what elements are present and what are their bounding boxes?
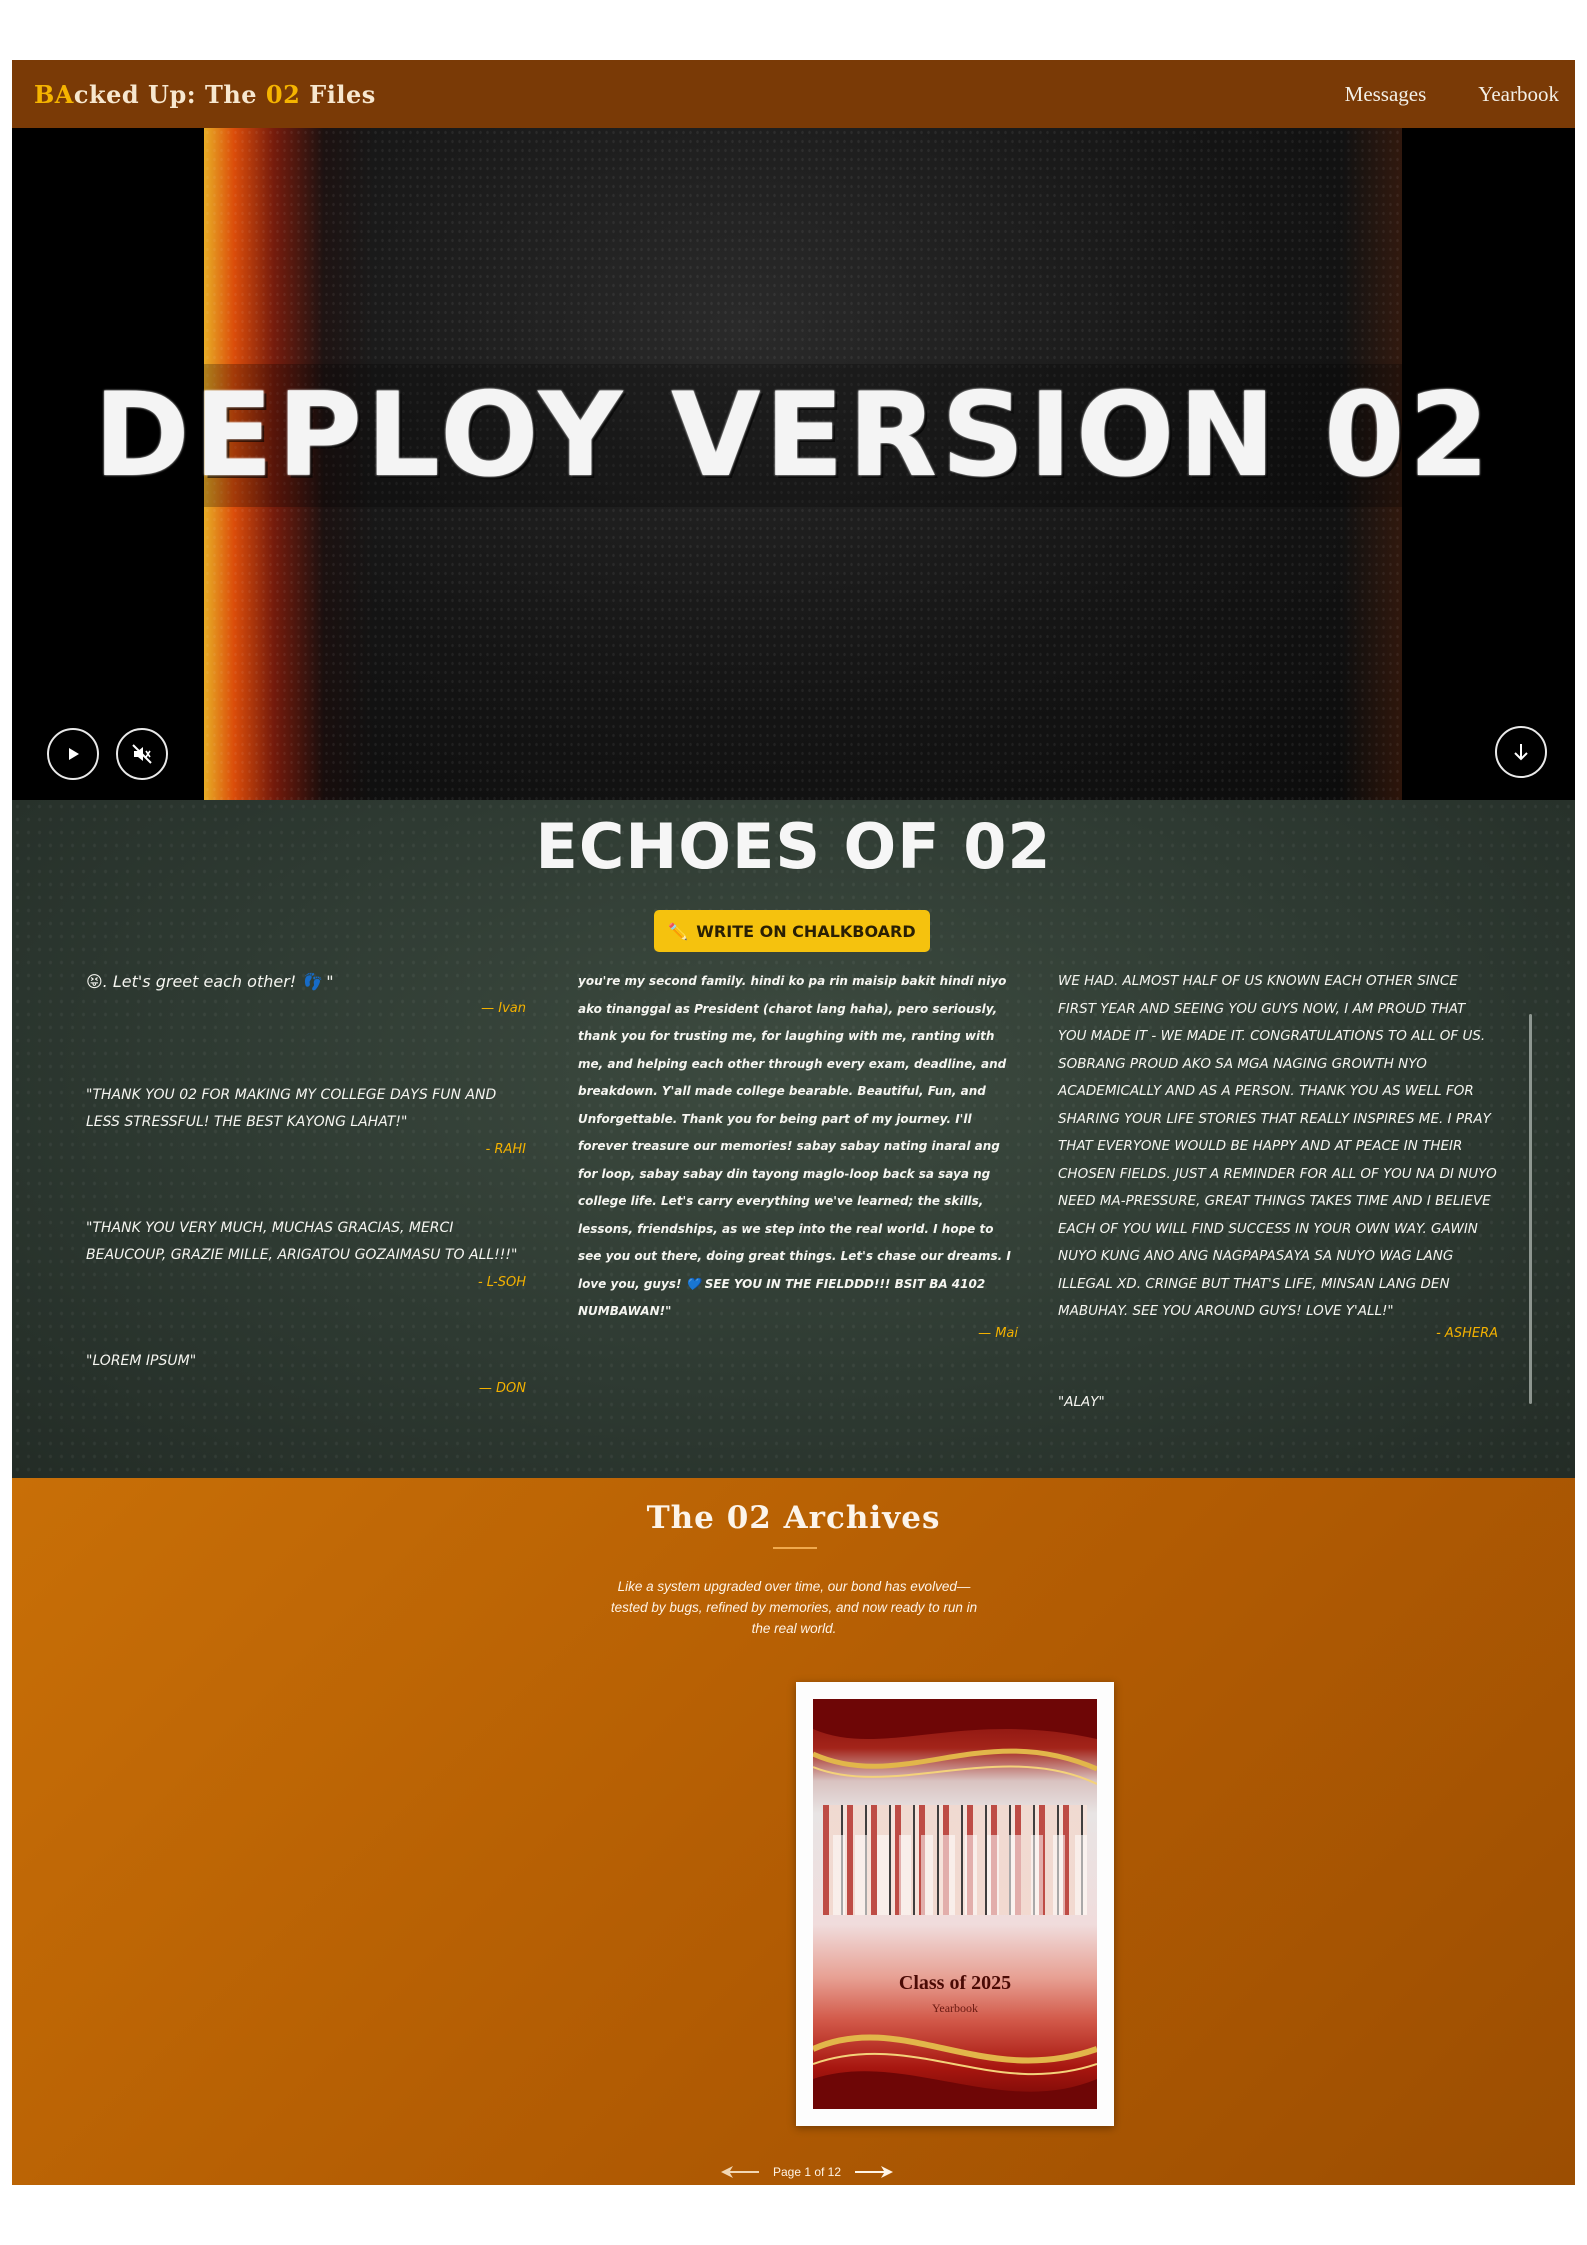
arrow-left-icon[interactable] bbox=[720, 2165, 759, 2179]
chalkboard-title: ECHOES OF 02 bbox=[535, 810, 1052, 883]
message-author: — DON bbox=[478, 1381, 526, 1396]
message-text: "Thank you very much, muchas gracias, me… bbox=[86, 1220, 518, 1263]
message-card: We had. Almost half of us known each oth… bbox=[1058, 968, 1498, 1341]
message-card: "Thank you very much, muchas gracias, me… bbox=[86, 1215, 526, 1290]
message-author: — Mai bbox=[978, 1325, 1018, 1341]
write-on-chalkboard-button[interactable]: ✏️ WRITE ON CHALKBOARD bbox=[654, 910, 930, 952]
gold-swoosh-bottom bbox=[813, 2034, 1097, 2109]
message-text: "Thank you 02 for making my college days… bbox=[86, 1087, 497, 1130]
write-button-label: WRITE ON CHALKBOARD bbox=[696, 921, 916, 941]
page-indicator: Page 1 of 12 bbox=[772, 2165, 842, 2179]
message-card: "Alay" bbox=[1058, 1389, 1498, 1417]
top-navbar: BAcked Up: The 02 Files Messages Yearboo… bbox=[12, 60, 1575, 128]
title-underline bbox=[773, 1547, 817, 1549]
message-author: — Ivan bbox=[481, 1001, 526, 1016]
play-icon bbox=[69, 748, 79, 760]
pencil-icon: ✏️ bbox=[668, 921, 689, 941]
arrow-right-icon[interactable] bbox=[855, 2165, 894, 2179]
archives-section: The 02 Archives Like a system upgraded o… bbox=[12, 1478, 1575, 2185]
archives-title: The 02 Archives bbox=[646, 1500, 941, 1536]
message-author: - L-SOH bbox=[477, 1275, 526, 1290]
messages-column-1: 😝. Let's greet each other! 👣 " — Ivan "T… bbox=[86, 968, 526, 1454]
brand-text: cked Up: The bbox=[73, 79, 266, 109]
arrow-down-icon bbox=[1514, 744, 1528, 761]
archives-description: Like a system upgraded over time, our bo… bbox=[610, 1579, 978, 1636]
hero-title-text: DEPLOY VERSION 02 bbox=[73, 364, 1514, 507]
brand-text-files: Files bbox=[300, 79, 376, 109]
pagination: Page 1 of 12 bbox=[717, 2162, 897, 2182]
site-brand[interactable]: BAcked Up: The 02 Files bbox=[34, 80, 376, 109]
play-button[interactable] bbox=[47, 728, 99, 780]
message-author: - ASHERA bbox=[1436, 1325, 1498, 1341]
hero-video[interactable]: DEPLOY VERSION 02 bbox=[12, 128, 1575, 800]
nav-links: Messages Yearbook bbox=[1345, 82, 1559, 107]
message-card: "Lorem ipsum" — DON bbox=[86, 1348, 526, 1396]
message-card: you're my second family. hindi ko pa rin… bbox=[578, 968, 1018, 1341]
hero-title: DEPLOY VERSION 02 bbox=[12, 364, 1575, 507]
cover-subtitle: Yearbook bbox=[931, 2001, 979, 2015]
nav-yearbook-link[interactable]: Yearbook bbox=[1478, 82, 1559, 107]
messages-column-3[interactable]: We had. Almost half of us known each oth… bbox=[1058, 968, 1498, 1416]
cover-title: Class of 2025 bbox=[898, 1972, 1012, 1994]
messages-column-2: you're my second family. hindi ko pa rin… bbox=[578, 968, 1018, 1341]
nav-messages-link[interactable]: Messages bbox=[1345, 82, 1427, 107]
class-photo-overlay bbox=[823, 1835, 1087, 1915]
scroll-down-button[interactable] bbox=[1495, 726, 1547, 778]
message-text: "Lorem ipsum" bbox=[86, 1353, 197, 1369]
message-text: We had. Almost half of us known each oth… bbox=[1058, 973, 1497, 1319]
gold-swoosh-top bbox=[813, 1699, 1097, 1785]
message-card: "Thank you 02 for making my college days… bbox=[86, 1082, 526, 1157]
message-author: - RAHI bbox=[485, 1142, 526, 1157]
muted-speaker-icon bbox=[132, 744, 152, 764]
message-text: "Alay" bbox=[1058, 1393, 1105, 1410]
column-scrollbar[interactable] bbox=[1529, 1014, 1532, 1404]
chalkboard-section: ECHOES OF 02 ✏️ WRITE ON CHALKBOARD 😝. L… bbox=[12, 800, 1575, 1478]
page-frame: BAcked Up: The 02 Files Messages Yearboo… bbox=[12, 60, 1575, 2185]
yearbook-cover: Class of 2025 Yearbook bbox=[813, 1699, 1097, 2109]
yearbook-flipbook[interactable]: Class of 2025 Yearbook bbox=[796, 1682, 1114, 2126]
message-text: you're my second family. hindi ko pa rin… bbox=[578, 974, 1011, 1318]
message-card: 😝. Let's greet each other! 👣 " — Ivan bbox=[86, 968, 526, 1016]
mute-button[interactable] bbox=[116, 728, 168, 780]
brand-accent-02: 02 bbox=[265, 79, 301, 109]
brand-accent-ba: BA bbox=[34, 79, 74, 109]
message-text: 😝. Let's greet each other! 👣 " bbox=[86, 972, 334, 991]
